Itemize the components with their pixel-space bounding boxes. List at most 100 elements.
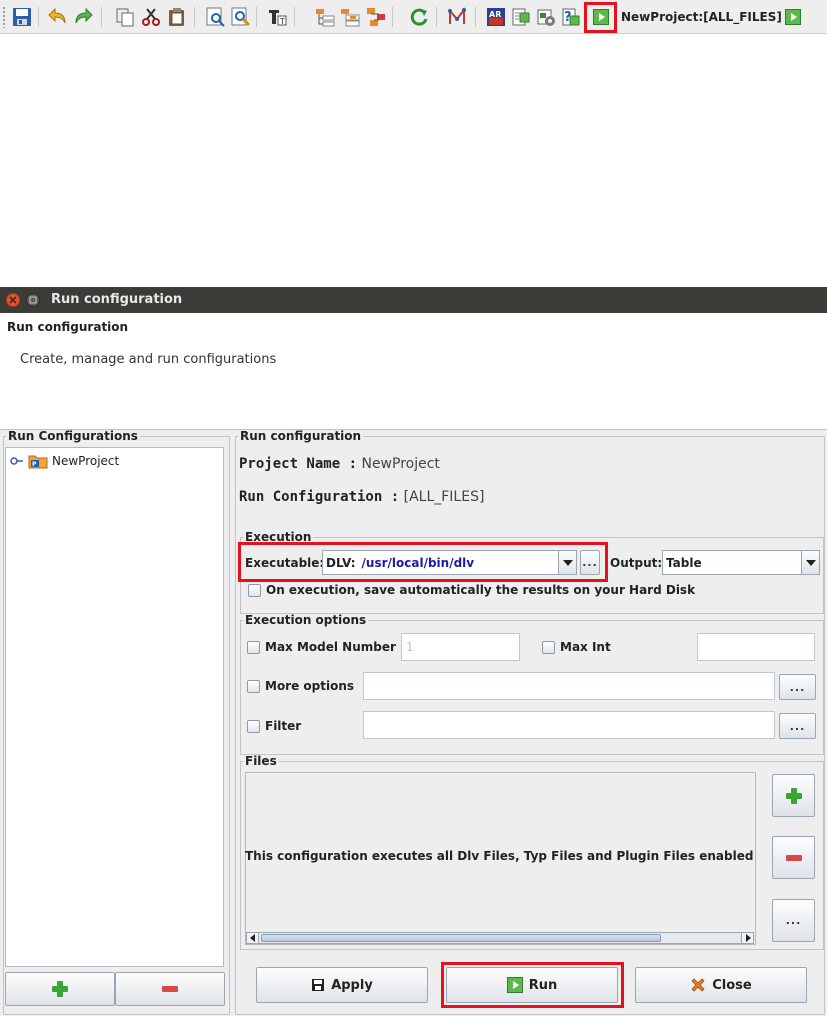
- plus-icon: [52, 981, 68, 997]
- svg-text:?: ?: [564, 10, 572, 25]
- save-results-option[interactable]: On execution, save automatically the res…: [248, 583, 695, 597]
- project-folder-icon: P: [28, 453, 48, 469]
- cut-icon[interactable]: [140, 6, 162, 28]
- executable-combo[interactable]: DLV: /usr/local/bin/dlv: [322, 550, 577, 575]
- max-int-label: Max Int: [560, 640, 611, 654]
- export-icon[interactable]: [510, 6, 532, 28]
- save-icon: [311, 978, 325, 992]
- filter-browse-button[interactable]: ...: [779, 713, 816, 739]
- tree-item-newproject[interactable]: P NewProject: [10, 453, 119, 469]
- browse-label: ...: [789, 719, 806, 733]
- toolbar-grip[interactable]: [2, 6, 6, 28]
- header-title: Run configuration: [7, 320, 129, 334]
- files-message: This configuration executes all Dlv File…: [245, 849, 754, 863]
- run-icon: [506, 977, 523, 993]
- minus-icon: [162, 986, 178, 992]
- run-configuration-value: [ALL_FILES]: [403, 489, 485, 505]
- chevron-down-icon[interactable]: [801, 551, 819, 574]
- run-icon[interactable]: [590, 6, 612, 28]
- font-icon[interactable]: T: [266, 6, 288, 28]
- executable-browse-button[interactable]: ...: [580, 550, 600, 575]
- more-options-option[interactable]: More options: [247, 679, 354, 693]
- run-configuration-legend: Run configuration: [240, 429, 362, 443]
- remove-file-button[interactable]: [772, 836, 815, 879]
- svg-text:AR: AR: [489, 10, 501, 19]
- execution-options-legend: Execution options: [245, 613, 367, 627]
- close-window-icon[interactable]: [6, 293, 20, 307]
- tree-expand-icon[interactable]: [314, 6, 336, 28]
- graph-icon[interactable]: [446, 6, 468, 28]
- scroll-thumb[interactable]: [261, 934, 661, 942]
- save-results-checkbox[interactable]: [248, 583, 261, 597]
- project-name-row: Project Name : NewProject: [239, 456, 440, 472]
- run-configurations-legend: Run Configurations: [8, 429, 138, 443]
- redo-icon[interactable]: [72, 6, 94, 28]
- more-options-checkbox[interactable]: [247, 679, 260, 693]
- window-title: Run configuration: [51, 292, 183, 307]
- toolbar-separator: [294, 7, 295, 27]
- project-name-value: NewProject: [361, 456, 440, 472]
- filter-checkbox[interactable]: [247, 719, 260, 733]
- maximize-window-icon[interactable]: [26, 293, 40, 307]
- toolbar-separator: [101, 7, 102, 27]
- project-name-label: Project Name :: [239, 456, 358, 472]
- paste-icon[interactable]: [166, 6, 188, 28]
- apply-button[interactable]: Apply: [256, 967, 428, 1003]
- browse-label: ...: [582, 556, 598, 569]
- filter-option[interactable]: Filter: [247, 719, 301, 733]
- save-icon[interactable]: [11, 6, 33, 28]
- header-subtitle: Create, manage and run configurations: [20, 352, 277, 367]
- find-replace-icon[interactable]: [230, 6, 252, 28]
- executable-value: /usr/local/bin/dlv: [361, 555, 475, 570]
- toolbar-separator: [194, 7, 195, 27]
- browse-label: ...: [785, 914, 802, 927]
- max-int-field[interactable]: [697, 633, 815, 661]
- active-run-config-label: NewProject:[ALL_FILES]: [621, 10, 782, 24]
- tree-icon[interactable]: [365, 6, 387, 28]
- files-legend: Files: [245, 754, 277, 768]
- tree-node-toggle-icon[interactable]: [10, 456, 24, 466]
- scroll-right-icon[interactable]: [741, 933, 753, 943]
- toolbar-separator: [38, 7, 39, 27]
- ar-vis-icon[interactable]: AR: [485, 6, 507, 28]
- max-int-option[interactable]: Max Int: [542, 640, 611, 654]
- dialog-titlebar[interactable]: Run configuration: [0, 287, 827, 313]
- max-model-field[interactable]: 1: [401, 633, 520, 661]
- apply-label: Apply: [331, 977, 373, 993]
- output-combo[interactable]: Table: [662, 550, 820, 575]
- toolbar-separator: [475, 7, 476, 27]
- run-config-icon[interactable]: [782, 6, 804, 28]
- scroll-left-icon[interactable]: [247, 933, 259, 943]
- close-button[interactable]: Close: [635, 967, 807, 1003]
- files-browse-button[interactable]: ...: [772, 899, 815, 942]
- filter-field[interactable]: [363, 711, 775, 739]
- run-button[interactable]: Run: [446, 967, 618, 1003]
- add-configuration-button[interactable]: [5, 972, 115, 1006]
- plugin-icon[interactable]: [535, 6, 557, 28]
- more-options-browse-button[interactable]: ...: [779, 674, 816, 700]
- refresh-icon[interactable]: [408, 6, 430, 28]
- copy-icon[interactable]: [114, 6, 136, 28]
- add-file-button[interactable]: [772, 774, 815, 817]
- max-int-checkbox[interactable]: [542, 640, 555, 654]
- help-icon[interactable]: ?: [560, 6, 582, 28]
- max-model-checkbox[interactable]: [247, 640, 260, 654]
- chevron-down-icon[interactable]: [558, 551, 576, 574]
- run-configurations-tree[interactable]: [5, 447, 224, 967]
- max-model-option[interactable]: Max Model Number: [247, 640, 396, 654]
- plus-icon: [785, 787, 802, 804]
- svg-text:P: P: [32, 461, 37, 468]
- remove-configuration-button[interactable]: [115, 972, 225, 1006]
- browse-label: ...: [789, 680, 806, 694]
- toolbar-separator: [392, 7, 393, 27]
- find-icon[interactable]: [205, 6, 227, 28]
- tree-item-label: NewProject: [52, 454, 120, 468]
- tree-collapse-icon[interactable]: [339, 6, 361, 28]
- run-configuration-row: Run Configuration : [ALL_FILES]: [239, 489, 484, 505]
- files-horizontal-scrollbar[interactable]: [246, 932, 754, 944]
- svg-text:T: T: [279, 17, 285, 26]
- output-label: Output:: [610, 556, 663, 570]
- run-label: Run: [528, 977, 558, 993]
- undo-icon[interactable]: [47, 6, 69, 28]
- more-options-field[interactable]: [363, 672, 775, 700]
